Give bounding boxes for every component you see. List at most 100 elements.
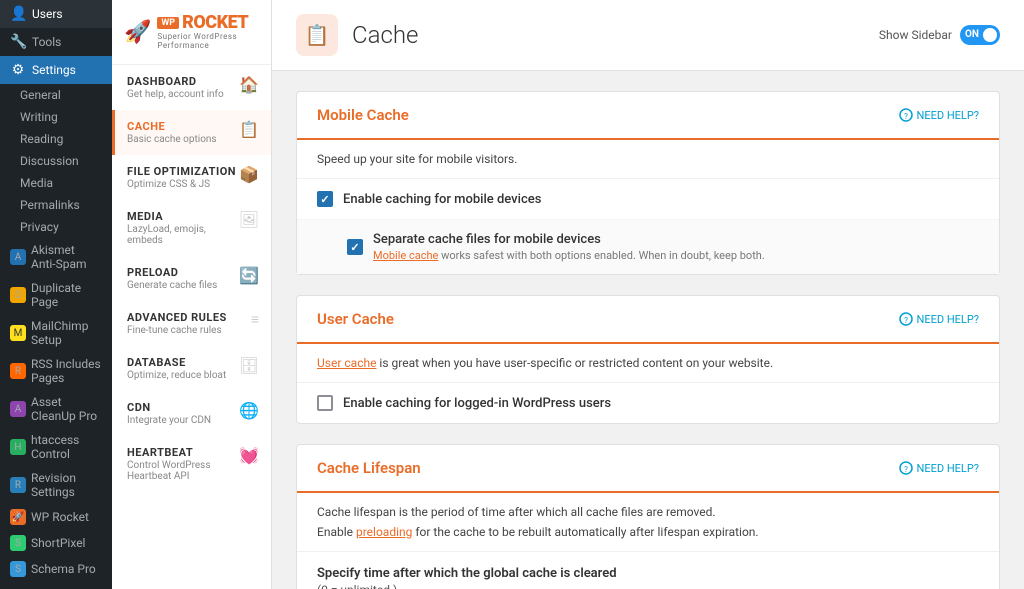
user-cache-title: User Cache	[317, 310, 394, 328]
shortpixel-icon: S	[10, 535, 26, 551]
logo-badge: WP	[157, 17, 179, 29]
nav-dashboard[interactable]: DASHBOARD Get help, account info 🏠	[112, 65, 271, 110]
nav-dashboard-sub: Get help, account info	[127, 89, 224, 100]
sidebar-plugin-shortpixel[interactable]: S ShortPixel	[0, 530, 112, 556]
sidebar-plugin-schema-pro[interactable]: S Schema Pro	[0, 556, 112, 582]
nav-media[interactable]: MEDIA LazyLoad, emojis, embeds 🖼	[112, 200, 271, 256]
lifespan-title: Specify time after which the global cach…	[317, 566, 979, 581]
nav-database-title: DATABASE	[127, 356, 226, 369]
cache-lifespan-desc2: Enable preloading for the cache to be re…	[297, 525, 999, 552]
main-body: Mobile Cache ? NEED HELP? Speed up your …	[272, 71, 1024, 589]
duplicate-page-icon: D	[10, 287, 26, 303]
mobile-cache-need-help[interactable]: ? NEED HELP?	[899, 108, 979, 122]
user-cache-link[interactable]: User cache	[317, 356, 376, 370]
file-opt-icon: 📦	[239, 165, 259, 184]
sidebar-item-users[interactable]: 👤 Users	[0, 0, 112, 28]
revision-icon: R	[10, 477, 26, 493]
logged-in-cache-checkbox[interactable]	[317, 395, 333, 411]
cache-icon: 📋	[239, 120, 259, 139]
svg-text:?: ?	[904, 112, 908, 121]
sidebar-plugin-asset-cleanup[interactable]: A Asset CleanUp Pro	[0, 390, 112, 428]
cache-lifespan-desc1: Cache lifespan is the period of time aft…	[297, 493, 999, 525]
show-sidebar-toggle[interactable]: ON	[960, 25, 1000, 45]
cache-lifespan-section: Cache Lifespan ? NEED HELP? Cache lifesp…	[296, 444, 1000, 589]
sidebar-sub-permalinks[interactable]: Permalinks	[0, 194, 112, 216]
user-cache-need-help[interactable]: ? NEED HELP?	[899, 312, 979, 326]
svg-text:?: ?	[904, 316, 908, 325]
cache-lifespan-title: Cache Lifespan	[317, 459, 421, 477]
logged-in-cache-row: Enable caching for logged-in WordPress u…	[297, 383, 999, 423]
sidebar-item-tools[interactable]: 🔧 Tools	[0, 28, 112, 56]
mobile-cache-title: Mobile Cache	[317, 106, 409, 124]
sidebar-item-settings[interactable]: ⚙ Settings	[0, 56, 112, 84]
wp-rocket-icon: 🚀	[10, 509, 26, 525]
nav-advanced-rules[interactable]: ADVANCED RULES Fine-tune cache rules ≡	[112, 301, 271, 346]
sidebar-plugin-duplicate-page[interactable]: D Duplicate Page	[0, 276, 112, 314]
help-circle-icon: ?	[899, 108, 913, 122]
separate-mobile-cache-row: Separate cache files for mobile devices …	[297, 220, 999, 274]
nav-cache[interactable]: CACHE Basic cache options 📋	[112, 110, 271, 155]
mobile-cache-header: Mobile Cache ? NEED HELP?	[297, 92, 999, 140]
nav-preload-sub: Generate cache files	[127, 280, 217, 291]
schema-pro-icon: S	[10, 561, 26, 577]
user-cache-header: User Cache ? NEED HELP?	[297, 296, 999, 344]
nav-media-sub: LazyLoad, emojis, embeds	[127, 224, 239, 246]
nav-preload-title: PRELOAD	[127, 266, 217, 279]
logo-title: ROCKET	[182, 14, 248, 32]
nav-heartbeat-sub: Control WordPress Heartbeat API	[127, 460, 239, 482]
sidebar-plugin-revision[interactable]: R Revision Settings	[0, 466, 112, 504]
sidebar-plugin-htaccess[interactable]: H htaccess Control	[0, 428, 112, 466]
nav-preload[interactable]: PRELOAD Generate cache files 🔄	[112, 256, 271, 301]
nav-cache-title: CACHE	[127, 120, 217, 133]
preload-icon: 🔄	[239, 266, 259, 285]
mobile-cache-link[interactable]: Mobile cache	[373, 249, 438, 262]
nav-database-sub: Optimize, reduce bloat	[127, 370, 226, 381]
sidebar-sub-reading[interactable]: Reading	[0, 128, 112, 150]
nav-heartbeat[interactable]: HEARTBEAT Control WordPress Heartbeat AP…	[112, 436, 271, 492]
user-cache-section: User Cache ? NEED HELP? User cache is gr…	[296, 295, 1000, 424]
htaccess-icon: H	[10, 439, 26, 455]
sidebar-plugin-akismet[interactable]: A Akismet Anti-Spam	[0, 238, 112, 276]
nav-cdn-title: CDN	[127, 401, 211, 414]
preloading-link[interactable]: preloading	[356, 525, 412, 539]
separate-mobile-cache-label: Separate cache files for mobile devices	[373, 232, 765, 247]
rocket-flame-icon: 🚀	[124, 20, 151, 45]
home-icon: 🏠	[239, 75, 259, 94]
nav-database[interactable]: DATABASE Optimize, reduce bloat 🗄	[112, 346, 271, 391]
lifespan-sub: (0 = unlimited )	[317, 583, 979, 589]
nav-advanced-title: ADVANCED RULES	[127, 311, 227, 324]
sidebar-sub-privacy[interactable]: Privacy	[0, 216, 112, 238]
asset-cleanup-icon: A	[10, 401, 26, 417]
page-icon: 📋	[296, 14, 338, 56]
enable-mobile-cache-checkbox[interactable]	[317, 191, 333, 207]
nav-cdn[interactable]: CDN Integrate your CDN 🌐	[112, 391, 271, 436]
advanced-rules-icon: ≡	[251, 311, 259, 328]
nav-media-title: MEDIA	[127, 210, 239, 223]
sidebar-plugin-wp-rocket[interactable]: 🚀 WP Rocket	[0, 504, 112, 530]
akismet-icon: A	[10, 249, 26, 265]
nav-file-optimization[interactable]: FILE OPTIMIZATION Optimize CSS & JS 📦	[112, 155, 271, 200]
mobile-cache-desc: Speed up your site for mobile visitors.	[297, 140, 999, 179]
cache-lifespan-need-help[interactable]: ? NEED HELP?	[899, 461, 979, 475]
nav-heartbeat-title: HEARTBEAT	[127, 446, 239, 459]
show-sidebar-area: Show Sidebar ON	[879, 25, 1000, 45]
sidebar-sub-discussion[interactable]: Discussion	[0, 150, 112, 172]
sidebar-sub-media[interactable]: Media	[0, 172, 112, 194]
nav-advanced-sub: Fine-tune cache rules	[127, 325, 227, 336]
enable-mobile-cache-label: Enable caching for mobile devices	[343, 192, 541, 207]
database-icon: 🗄	[239, 356, 259, 375]
sidebar-plugin-xml-sitemap[interactable]: X XML-Sitemap	[0, 582, 112, 589]
sidebar-plugin-mailchimp[interactable]: M MailChimp Setup	[0, 314, 112, 352]
heartbeat-icon: 💓	[239, 446, 259, 465]
separate-mobile-cache-sub: Mobile cache works safest with both opti…	[373, 249, 765, 262]
separate-mobile-cache-content: Separate cache files for mobile devices …	[373, 232, 765, 262]
mailchimp-icon: M	[10, 325, 26, 341]
help-circle-icon-3: ?	[899, 461, 913, 475]
separate-mobile-cache-checkbox[interactable]	[347, 239, 363, 255]
sidebar-sub-writing[interactable]: Writing	[0, 106, 112, 128]
sidebar-plugin-rss[interactable]: R RSS Includes Pages	[0, 352, 112, 390]
nav-dashboard-title: DASHBOARD	[127, 75, 224, 88]
help-circle-icon-2: ?	[899, 312, 913, 326]
sidebar-sub-general[interactable]: General	[0, 84, 112, 106]
enable-mobile-cache-row: Enable caching for mobile devices	[297, 179, 999, 220]
